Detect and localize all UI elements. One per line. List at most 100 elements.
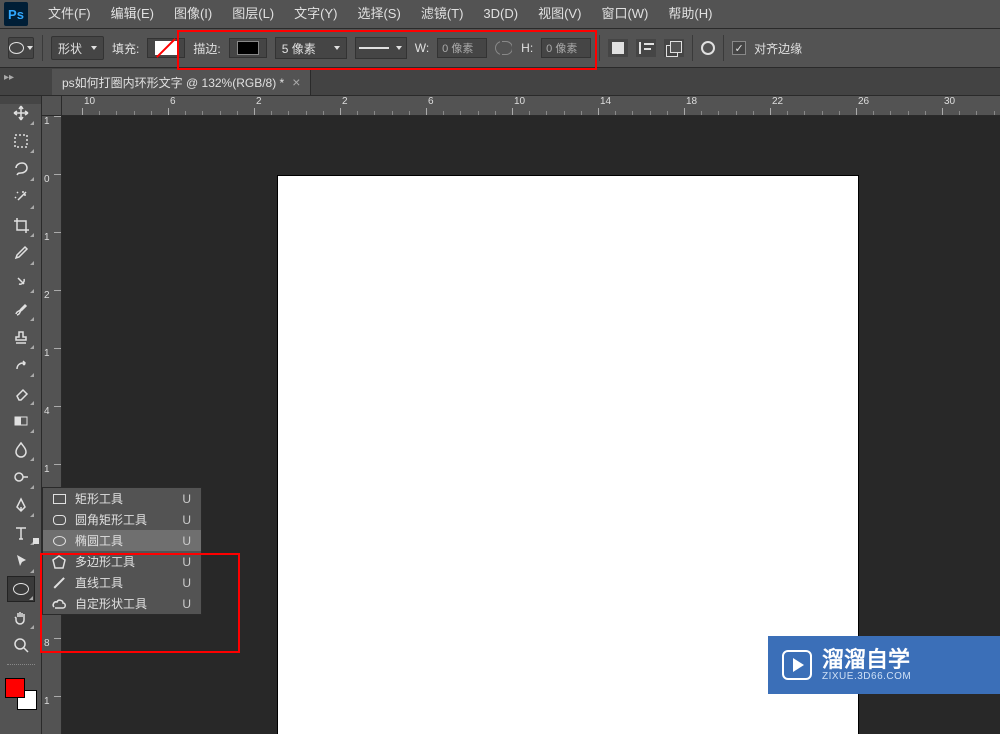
ruler-origin[interactable] (42, 96, 62, 116)
rounded-rect-icon (51, 513, 67, 527)
menu-image[interactable]: 图像(I) (164, 0, 222, 28)
shape-tool[interactable] (7, 576, 35, 602)
stroke-width-value: 5 像素 (282, 40, 316, 57)
flyout-shortcut: U (182, 555, 191, 569)
path-ops-button[interactable] (608, 39, 628, 57)
combine-icon (612, 42, 624, 54)
menu-type[interactable]: 文字(Y) (284, 0, 347, 28)
magic-wand-tool[interactable] (7, 184, 35, 210)
type-tool[interactable] (7, 520, 35, 546)
flyout-line-tool[interactable]: 直线工具 U (43, 572, 201, 593)
menu-window[interactable]: 窗口(W) (591, 0, 658, 28)
dodge-tool[interactable] (7, 464, 35, 490)
flyout-rounded-rect-tool[interactable]: 圆角矩形工具 U (43, 509, 201, 530)
close-tab-icon[interactable]: × (292, 74, 300, 90)
expand-panels-icon[interactable]: ▸▸ (4, 72, 14, 83)
separator (692, 35, 693, 61)
crop-tool[interactable] (7, 212, 35, 238)
marquee-tool[interactable] (7, 128, 35, 154)
separator (42, 35, 43, 61)
flyout-shortcut: U (182, 513, 191, 527)
gradient-tool[interactable] (7, 408, 35, 434)
document-tab-title: ps如何打圈内环形文字 @ 132%(RGB/8) * (62, 74, 284, 91)
path-align-button[interactable] (636, 39, 656, 57)
lasso-tool[interactable] (7, 156, 35, 182)
fill-label: 填充: (112, 40, 139, 57)
zoom-tool[interactable] (7, 632, 35, 658)
tool-preset-picker[interactable] (8, 37, 34, 59)
color-swatches[interactable] (5, 678, 37, 710)
active-marker-icon (33, 538, 39, 544)
black-stroke-icon (237, 41, 259, 55)
menu-help[interactable]: 帮助(H) (658, 0, 722, 28)
flyout-shortcut: U (182, 576, 191, 590)
flyout-item-label: 自定形状工具 (75, 595, 147, 612)
ellipse-icon (13, 583, 29, 595)
toolbox-divider (7, 664, 35, 666)
rectangle-icon (51, 492, 67, 506)
options-bar: 形状 填充: 描边: 5 像素 W: H: ✓ 对齐边缘 (0, 28, 1000, 68)
hand-tool[interactable] (7, 604, 35, 630)
pen-tool[interactable] (7, 492, 35, 518)
watermark-url: ZIXUE.3D66.COM (822, 671, 911, 682)
menu-select[interactable]: 选择(S) (347, 0, 410, 28)
link-wh-icon[interactable] (495, 41, 513, 55)
watermark: 溜溜自学 ZIXUE.3D66.COM (768, 636, 1000, 694)
horizontal-ruler[interactable]: 10622610141822263034 (62, 96, 1000, 116)
flyout-rectangle-tool[interactable]: 矩形工具 U (43, 488, 201, 509)
foreground-color-swatch[interactable] (5, 678, 25, 698)
menu-filter[interactable]: 滤镜(T) (411, 0, 474, 28)
blur-tool[interactable] (7, 436, 35, 462)
gear-icon[interactable] (701, 41, 715, 55)
width-label: W: (415, 41, 429, 55)
stroke-label: 描边: (193, 40, 220, 57)
flyout-shortcut: U (182, 534, 191, 548)
path-select-tool[interactable] (7, 548, 35, 574)
flyout-item-label: 多边形工具 (75, 553, 135, 570)
flyout-item-label: 直线工具 (75, 574, 123, 591)
flyout-item-label: 矩形工具 (75, 490, 123, 507)
brush-tool[interactable] (7, 296, 35, 322)
align-edges-checkbox[interactable]: ✓ (732, 41, 746, 55)
watermark-text-group: 溜溜自学 ZIXUE.3D66.COM (822, 649, 911, 682)
align-icon (639, 42, 653, 54)
flyout-shortcut: U (182, 597, 191, 611)
flyout-polygon-tool[interactable]: 多边形工具 U (43, 551, 201, 572)
path-arrange-button[interactable] (664, 39, 684, 57)
flyout-item-label: 圆角矩形工具 (75, 511, 147, 528)
tool-mode-label: 形状 (58, 40, 82, 57)
flyout-ellipse-tool[interactable]: 椭圆工具 U (43, 530, 201, 551)
menu-view[interactable]: 视图(V) (528, 0, 591, 28)
chevron-down-icon (27, 46, 33, 50)
vertical-ruler[interactable]: 10121416181 (42, 116, 62, 734)
fill-swatch[interactable] (147, 38, 185, 58)
watermark-title: 溜溜自学 (822, 649, 911, 671)
stroke-swatch[interactable] (229, 38, 267, 58)
width-input[interactable] (437, 38, 487, 58)
menubar: Ps 文件(F) 编辑(E) 图像(I) 图层(L) 文字(Y) 选择(S) 滤… (0, 0, 1000, 28)
eyedropper-tool[interactable] (7, 240, 35, 266)
line-icon (51, 576, 67, 590)
stroke-width-input[interactable]: 5 像素 (275, 37, 347, 59)
custom-shape-icon (51, 597, 67, 611)
menu-3d[interactable]: 3D(D) (473, 0, 528, 28)
arrange-icon (666, 41, 682, 55)
document-tab[interactable]: ps如何打圈内环形文字 @ 132%(RGB/8) * × (52, 69, 311, 95)
stamp-tool[interactable] (7, 324, 35, 350)
menu-edit[interactable]: 编辑(E) (101, 0, 164, 28)
height-input[interactable] (541, 38, 591, 58)
separator (723, 35, 724, 61)
stroke-style-dropdown[interactable] (355, 37, 407, 59)
chevron-down-icon (91, 46, 97, 50)
eraser-tool[interactable] (7, 380, 35, 406)
tool-mode-dropdown[interactable]: 形状 (51, 36, 104, 60)
move-tool[interactable] (7, 100, 35, 126)
menu-layer[interactable]: 图层(L) (222, 0, 284, 28)
align-edges-label: 对齐边缘 (754, 40, 802, 57)
menu-file[interactable]: 文件(F) (38, 0, 101, 28)
height-label: H: (521, 41, 533, 55)
history-brush-tool[interactable] (7, 352, 35, 378)
healing-tool[interactable] (7, 268, 35, 294)
ps-logo: Ps (4, 2, 28, 26)
flyout-custom-shape-tool[interactable]: 自定形状工具 U (43, 593, 201, 614)
